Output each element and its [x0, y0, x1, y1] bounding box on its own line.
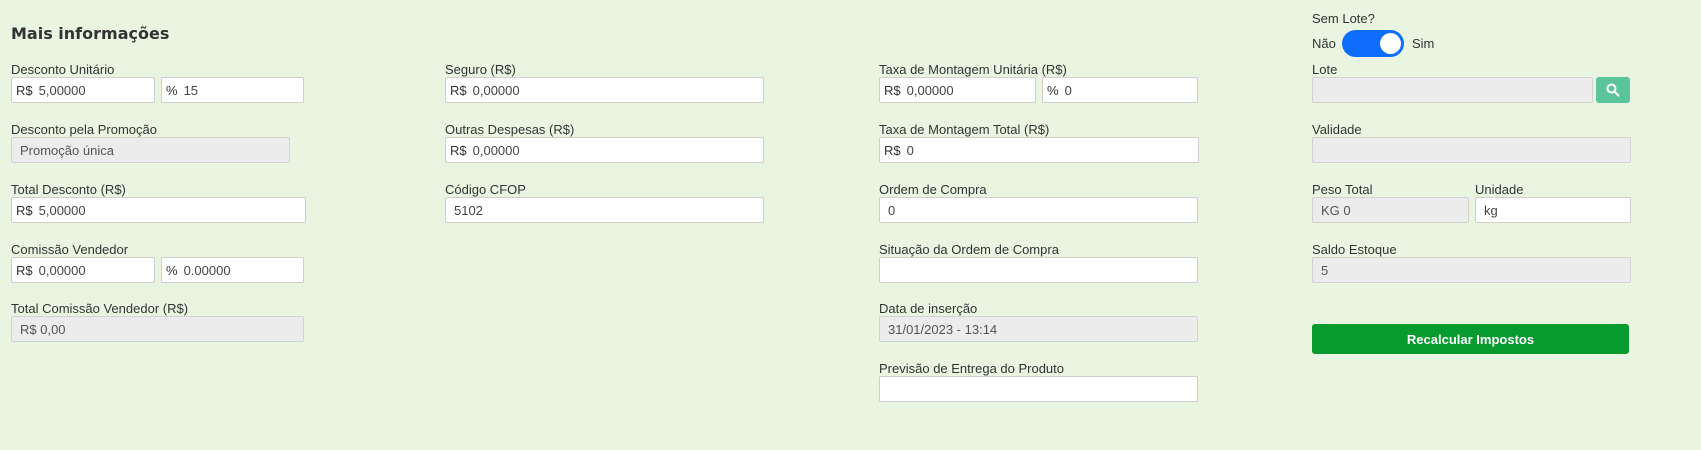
- desconto-percentual-input[interactable]: % 15: [161, 77, 304, 103]
- seguro-value: 0,00000: [472, 82, 520, 98]
- outras-despesas-input[interactable]: R$ 0,00000: [445, 137, 764, 163]
- currency-prefix: R$: [450, 142, 467, 158]
- currency-prefix: R$: [884, 142, 901, 158]
- validade-field: [1312, 137, 1631, 163]
- comissao-percentual-input[interactable]: % 0.00000: [161, 257, 304, 283]
- search-icon: [1606, 83, 1620, 97]
- currency-prefix: R$: [16, 262, 33, 278]
- ordem-compra-input[interactable]: 0: [879, 197, 1198, 223]
- situacao-ordem-label: Situação da Ordem de Compra: [879, 242, 1059, 257]
- percent-prefix: %: [166, 262, 178, 278]
- situacao-ordem-input[interactable]: [879, 257, 1198, 283]
- taxa-montagem-unitaria-input[interactable]: R$ 0,00000: [879, 77, 1036, 103]
- desconto-percentual-value: 15: [183, 82, 199, 98]
- cfop-label: Código CFOP: [445, 182, 526, 197]
- lote-field: [1312, 77, 1593, 103]
- peso-total-field: KG 0: [1312, 197, 1469, 223]
- comissao-percentual-value: 0.00000: [183, 262, 231, 278]
- total-desconto-label: Total Desconto (R$): [11, 182, 126, 197]
- taxa-montagem-percentual-value: 0: [1064, 82, 1072, 98]
- data-insercao-label: Data de inserção: [879, 301, 978, 316]
- outras-despesas-label: Outras Despesas (R$): [445, 122, 575, 137]
- lote-search-button[interactable]: [1596, 77, 1630, 103]
- percent-prefix: %: [166, 82, 178, 98]
- taxa-montagem-unitaria-label: Taxa de Montagem Unitária (R$): [879, 62, 1067, 77]
- outras-despesas-value: 0,00000: [472, 142, 520, 158]
- comissao-vendedor-value: 0,00000: [38, 262, 86, 278]
- validade-label: Validade: [1312, 122, 1362, 137]
- previsao-entrega-label: Previsão de Entrega do Produto: [879, 361, 1065, 376]
- desconto-unitario-value: 5,00000: [38, 82, 86, 98]
- taxa-montagem-total-value: 0: [906, 142, 914, 158]
- data-insercao-field: 31/01/2023 - 13:14: [879, 316, 1198, 342]
- seguro-label: Seguro (R$): [445, 62, 516, 77]
- sem-lote-toggle[interactable]: [1342, 30, 1404, 57]
- desconto-unitario-input[interactable]: R$ 5,00000: [11, 77, 155, 103]
- unidade-label: Unidade: [1475, 182, 1524, 197]
- ordem-compra-label: Ordem de Compra: [879, 182, 987, 197]
- toggle-on-label: Sim: [1412, 36, 1435, 51]
- toggle-off-label: Não: [1312, 36, 1336, 51]
- percent-prefix: %: [1047, 82, 1059, 98]
- taxa-montagem-total-input[interactable]: R$ 0: [879, 137, 1199, 163]
- comissao-vendedor-label: Comissão Vendedor: [11, 242, 129, 257]
- saldo-estoque-label: Saldo Estoque: [1312, 242, 1397, 257]
- lote-label: Lote: [1312, 62, 1338, 77]
- taxa-montagem-percentual-input[interactable]: % 0: [1042, 77, 1198, 103]
- total-comissao-field: R$ 0,00: [11, 316, 304, 342]
- sem-lote-label: Sem Lote?: [1312, 11, 1375, 26]
- toggle-knob: [1380, 33, 1401, 54]
- currency-prefix: R$: [16, 202, 33, 218]
- unidade-input[interactable]: kg: [1475, 197, 1631, 223]
- comissao-vendedor-input[interactable]: R$ 0,00000: [11, 257, 155, 283]
- desconto-promocao-label: Desconto pela Promoção: [11, 122, 157, 137]
- total-comissao-label: Total Comissão Vendedor (R$): [11, 301, 189, 316]
- desconto-promocao-field: Promoção única: [11, 137, 290, 163]
- cfop-input[interactable]: 5102: [445, 197, 764, 223]
- section-title: Mais informações: [11, 24, 170, 43]
- currency-prefix: R$: [16, 82, 33, 98]
- total-desconto-value: 5,00000: [38, 202, 86, 218]
- seguro-input[interactable]: R$ 0,00000: [445, 77, 764, 103]
- previsao-entrega-input[interactable]: [879, 376, 1198, 402]
- peso-total-label: Peso Total: [1312, 182, 1373, 197]
- recalcular-impostos-button[interactable]: Recalcular Impostos: [1312, 324, 1629, 354]
- currency-prefix: R$: [450, 82, 467, 98]
- currency-prefix: R$: [884, 82, 901, 98]
- desconto-unitario-label: Desconto Unitário: [11, 62, 115, 77]
- taxa-montagem-total-label: Taxa de Montagem Total (R$): [879, 122, 1050, 137]
- total-desconto-input[interactable]: R$ 5,00000: [11, 197, 306, 223]
- taxa-montagem-unitaria-value: 0,00000: [906, 82, 954, 98]
- saldo-estoque-field: 5: [1312, 257, 1631, 283]
